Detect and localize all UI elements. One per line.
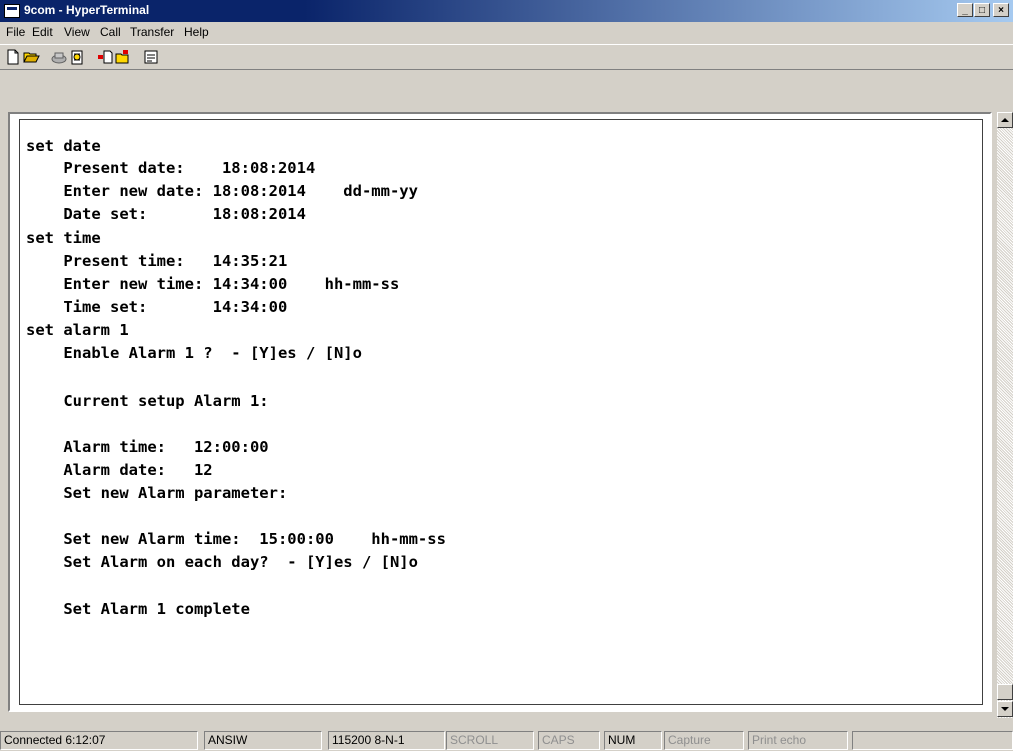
properties-icon[interactable] bbox=[142, 48, 160, 66]
terminal-line: set alarm 1 bbox=[26, 321, 129, 339]
status-print-echo: Print echo bbox=[748, 731, 848, 750]
disconnect-icon[interactable] bbox=[50, 48, 68, 66]
arrow-up-icon bbox=[1001, 118, 1009, 122]
terminal-line: Current setup Alarm 1: bbox=[26, 392, 269, 410]
dial-icon[interactable] bbox=[68, 48, 86, 66]
terminal-line: set date bbox=[26, 137, 101, 155]
status-port-settings: 115200 8-N-1 bbox=[328, 731, 445, 750]
menu-file[interactable]: File bbox=[6, 25, 25, 39]
status-bar: Connected 6:12:07 ANSIW 115200 8-N-1 SCR… bbox=[0, 729, 1013, 751]
terminal-line: Present time: 14:35:21 bbox=[26, 252, 288, 270]
toolbar bbox=[0, 44, 1013, 70]
arrow-down-icon bbox=[1001, 707, 1009, 711]
close-button[interactable]: × bbox=[993, 3, 1009, 17]
status-caps: CAPS bbox=[538, 731, 600, 750]
title-bar: 9com - HyperTerminal _ □ × bbox=[0, 0, 1013, 22]
terminal-line: Alarm date: 12 bbox=[26, 461, 213, 479]
scroll-down-button[interactable] bbox=[997, 701, 1013, 717]
menu-view[interactable]: View bbox=[64, 25, 90, 39]
scroll-thumb[interactable] bbox=[997, 684, 1013, 700]
terminal-screen[interactable]: set date Present date: 18:08:2014 Enter … bbox=[19, 119, 983, 705]
terminal-line: Present date: 18:08:2014 bbox=[26, 159, 316, 177]
terminal-line: Alarm time: 12:00:00 bbox=[26, 438, 269, 456]
maximize-button[interactable]: □ bbox=[974, 3, 990, 17]
menu-call[interactable]: Call bbox=[100, 25, 121, 39]
menu-bar: File Edit View Call Transfer Help bbox=[0, 22, 1013, 42]
terminal-line: set time bbox=[26, 229, 101, 247]
scroll-up-button[interactable] bbox=[997, 112, 1013, 128]
terminal-line: Set Alarm on each day? - [Y]es / [N]o bbox=[26, 553, 418, 571]
menu-help[interactable]: Help bbox=[184, 25, 209, 39]
open-icon[interactable] bbox=[22, 48, 40, 66]
terminal-line: Time set: 14:34:00 bbox=[26, 298, 288, 316]
menu-edit[interactable]: Edit bbox=[32, 25, 53, 39]
status-empty-panel bbox=[852, 731, 1013, 750]
status-capture: Capture bbox=[664, 731, 744, 750]
terminal-line: Set new Alarm time: 15:00:00 hh-mm-ss bbox=[26, 530, 446, 548]
terminal-line: Enter new date: 18:08:2014 dd-mm-yy bbox=[26, 182, 418, 200]
terminal-line: Set Alarm 1 complete bbox=[26, 600, 250, 618]
new-icon[interactable] bbox=[4, 48, 22, 66]
status-num: NUM bbox=[604, 731, 662, 750]
terminal-line: Enter new time: 14:34:00 hh-mm-ss bbox=[26, 275, 400, 293]
menu-transfer[interactable]: Transfer bbox=[130, 25, 174, 39]
terminal-line: Set new Alarm parameter: bbox=[26, 484, 288, 502]
vertical-scrollbar[interactable] bbox=[997, 112, 1013, 718]
window-title: 9com - HyperTerminal bbox=[24, 3, 150, 17]
hyperterminal-app-icon[interactable] bbox=[4, 4, 20, 18]
send-icon[interactable] bbox=[96, 48, 114, 66]
status-connected: Connected 6:12:07 bbox=[0, 731, 198, 750]
terminal-line: Date set: 18:08:2014 bbox=[26, 205, 306, 223]
minimize-button[interactable]: _ bbox=[957, 3, 973, 17]
status-scroll: SCROLL bbox=[446, 731, 534, 750]
receive-icon[interactable] bbox=[114, 48, 132, 66]
status-emulation: ANSIW bbox=[204, 731, 322, 750]
terminal-line: Enable Alarm 1 ? - [Y]es / [N]o bbox=[26, 344, 362, 362]
